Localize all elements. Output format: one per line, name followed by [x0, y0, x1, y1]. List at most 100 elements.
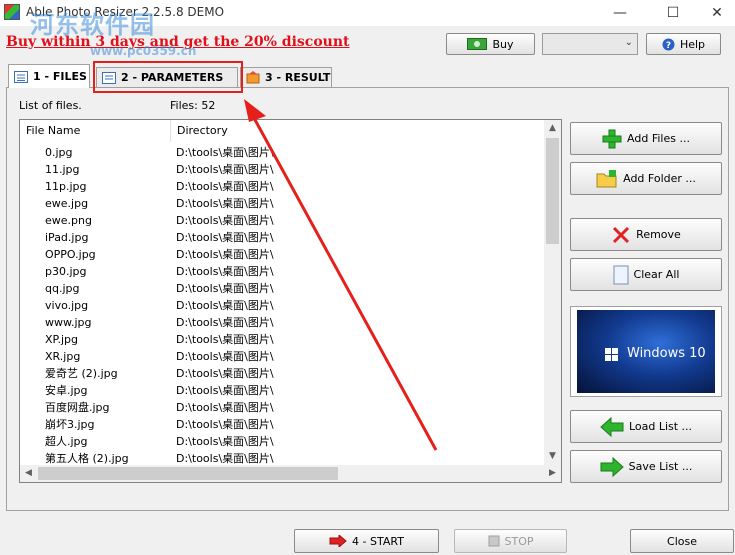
table-row[interactable]: ewe.png D:\tools\桌面\图片\	[20, 212, 545, 229]
remove-x-icon	[613, 226, 630, 243]
file-name-cell: 11p.jpg	[45, 180, 87, 193]
stop-button[interactable]: STOP	[454, 529, 567, 553]
arrow-right-icon	[600, 456, 624, 477]
buy-label: Buy	[492, 37, 514, 51]
start-label: 4 - START	[352, 534, 404, 548]
directory-cell: D:\tools\桌面\图片\	[176, 333, 274, 346]
file-name-cell: ewe.png	[45, 214, 92, 227]
chevron-down-icon: ⌄	[624, 37, 633, 48]
add-folder-label: Add Folder ...	[623, 172, 696, 185]
scroll-left-icon[interactable]: ◀	[20, 465, 37, 482]
watermark-url: www.pc0359.cn	[90, 44, 197, 58]
table-row[interactable]: vivo.jpg D:\tools\桌面\图片\	[20, 297, 545, 314]
table-row[interactable]: iPad.jpg D:\tools\桌面\图片\	[20, 229, 545, 246]
table-row[interactable]: OPPO.jpg D:\tools\桌面\图片\	[20, 246, 545, 263]
add-files-button[interactable]: Add Files ...	[570, 122, 722, 155]
directory-cell: D:\tools\桌面\图片\	[176, 384, 274, 397]
table-row[interactable]: 爱奇艺 (2).jpg D:\tools\桌面\图片\	[20, 365, 545, 382]
help-label: Help	[679, 37, 706, 51]
save-list-label: Save List ...	[628, 460, 693, 473]
directory-cell: D:\tools\桌面\图片\	[176, 180, 274, 193]
file-name-cell: vivo.jpg	[45, 299, 89, 312]
maximize-button[interactable]: ☐	[650, 0, 696, 26]
close-label: Close	[667, 534, 697, 548]
table-row[interactable]: 超人.jpg D:\tools\桌面\图片\	[20, 433, 545, 450]
money-icon	[467, 38, 488, 50]
table-row[interactable]: XR.jpg D:\tools\桌面\图片\	[20, 348, 545, 365]
minimize-button[interactable]: —	[597, 0, 643, 26]
file-name-cell: OPPO.jpg	[45, 248, 96, 261]
directory-cell: D:\tools\桌面\图片\	[176, 299, 274, 312]
remove-label: Remove	[636, 228, 681, 241]
file-name-cell: iPad.jpg	[45, 231, 89, 244]
column-header-directory[interactable]: Directory	[171, 120, 545, 142]
save-list-button[interactable]: Save List ...	[570, 450, 722, 483]
directory-cell: D:\tools\桌面\图片\	[176, 316, 274, 329]
plus-icon	[602, 129, 622, 148]
file-name-cell: 11.jpg	[45, 163, 80, 176]
file-name-cell: qq.jpg	[45, 282, 80, 295]
arrow-left-icon	[600, 416, 624, 437]
clear-all-button[interactable]: Clear All	[570, 258, 722, 291]
vertical-scrollbar[interactable]: ▲ ▼	[544, 120, 561, 465]
table-row[interactable]: 安卓.jpg D:\tools\桌面\图片\	[20, 382, 545, 399]
table-row[interactable]: 崩坏3.jpg D:\tools\桌面\图片\	[20, 416, 545, 433]
directory-cell: D:\tools\桌面\图片\	[176, 418, 274, 431]
table-row[interactable]: p30.jpg D:\tools\桌面\图片\	[20, 263, 545, 280]
remove-button[interactable]: Remove	[570, 218, 722, 251]
folder-icon	[596, 169, 617, 187]
file-count: Files: 52	[170, 99, 216, 112]
load-list-button[interactable]: Load List ...	[570, 410, 722, 443]
table-row[interactable]: www.jpg D:\tools\桌面\图片\	[20, 314, 545, 331]
table-row[interactable]: 11p.jpg D:\tools\桌面\图片\	[20, 178, 545, 195]
start-arrow-icon	[329, 535, 347, 547]
annotation-highlight-box	[93, 61, 243, 93]
file-name-cell: XR.jpg	[45, 350, 81, 363]
windows-logo-icon	[605, 348, 619, 362]
file-name-cell: ewe.jpg	[45, 197, 89, 210]
tab-result[interactable]: 3 - RESULT	[240, 67, 332, 87]
table-row[interactable]: qq.jpg D:\tools\桌面\图片\	[20, 280, 545, 297]
directory-cell: D:\tools\桌面\图片\	[176, 401, 274, 414]
stop-icon	[488, 535, 499, 547]
language-dropdown[interactable]: ⌄	[542, 33, 638, 55]
scroll-up-icon[interactable]: ▲	[544, 120, 561, 137]
buy-button[interactable]: Buy	[446, 33, 535, 55]
tab-files-label: 1 - FILES	[33, 70, 87, 83]
add-files-label: Add Files ...	[627, 132, 690, 145]
directory-cell: D:\tools\桌面\图片\	[176, 146, 274, 159]
file-list[interactable]: File Name Directory 0.jpg D:\tools\桌面\图片\…	[19, 119, 562, 483]
directory-cell: D:\tools\桌面\图片\	[176, 248, 274, 261]
table-row[interactable]: 11.jpg D:\tools\桌面\图片\	[20, 161, 545, 178]
close-button[interactable]: Close	[630, 529, 734, 553]
table-row[interactable]: XP.jpg D:\tools\桌面\图片\	[20, 331, 545, 348]
directory-cell: D:\tools\桌面\图片\	[176, 350, 274, 363]
result-icon	[246, 71, 260, 84]
horizontal-scrollbar[interactable]: ◀ ▶	[20, 465, 561, 482]
scroll-right-icon[interactable]: ▶	[544, 465, 561, 482]
app-icon	[4, 4, 20, 20]
file-name-cell: 爱奇艺 (2).jpg	[45, 367, 118, 380]
table-row[interactable]: ewe.jpg D:\tools\桌面\图片\	[20, 195, 545, 212]
table-row[interactable]: 百度网盘.jpg D:\tools\桌面\图片\	[20, 399, 545, 416]
preview-image: Windows 10	[577, 310, 715, 393]
load-list-label: Load List ...	[628, 420, 693, 433]
directory-cell: D:\tools\桌面\图片\	[176, 163, 274, 176]
stop-label: STOP	[504, 534, 534, 548]
table-row[interactable]: 0.jpg D:\tools\桌面\图片\	[20, 144, 545, 161]
help-button[interactable]: ? Help	[646, 33, 721, 55]
image-preview: Windows 10	[570, 306, 722, 397]
preview-text: Windows 10	[627, 346, 706, 361]
tab-files[interactable]: 1 - FILES	[8, 64, 90, 88]
directory-cell: D:\tools\桌面\图片\	[176, 214, 274, 227]
start-button[interactable]: 4 - START	[294, 529, 439, 553]
vertical-scroll-thumb[interactable]	[546, 138, 559, 244]
scroll-down-icon[interactable]: ▼	[544, 448, 561, 465]
directory-cell: D:\tools\桌面\图片\	[176, 265, 274, 278]
horizontal-scroll-thumb[interactable]	[38, 467, 338, 480]
column-header-file-name[interactable]: File Name	[20, 120, 171, 142]
add-folder-button[interactable]: Add Folder ...	[570, 162, 722, 195]
file-name-cell: p30.jpg	[45, 265, 87, 278]
close-window-button[interactable]: ✕	[694, 0, 735, 26]
file-name-cell: 0.jpg	[45, 146, 73, 159]
